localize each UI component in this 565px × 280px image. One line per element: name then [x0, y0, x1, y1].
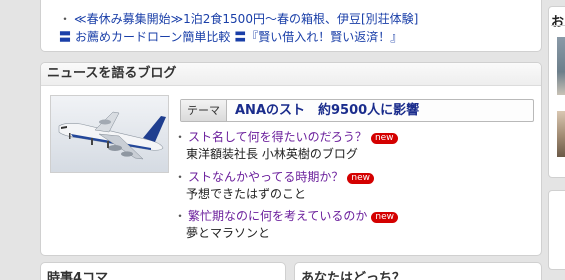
new-badge: new	[347, 173, 375, 184]
right-sidebar-panel-2	[548, 190, 565, 270]
blog-post-title-link[interactable]: スト名して何を得たいのだろう？	[188, 130, 367, 144]
top-link-text[interactable]: ≪春休み募集開始≫1泊2食1500円～春の箱根、伊豆[別荘体験]	[74, 12, 418, 26]
top-link-text[interactable]: お薦めカードローン簡単比較 〓『賢い借入れ！賢い返済！』	[75, 30, 402, 44]
blog-name-link[interactable]: 予想できたはずのこと	[186, 187, 374, 202]
bullet-dot: ・	[174, 209, 187, 223]
new-badge: new	[371, 212, 399, 223]
airplane-photo[interactable]	[50, 95, 169, 173]
bullet-equals: 〓	[59, 30, 72, 44]
airplane-image	[51, 96, 168, 172]
panel-title: 時事4コマ	[47, 271, 109, 280]
blog-post-item: ・ストなんかやってる時期か？ new 予想できたはずのこと	[174, 170, 375, 202]
blog-post-item: ・スト名して何を得たいのだろう？ new 東洋額装社長 小林英樹のブログ	[174, 130, 398, 162]
theme-bar[interactable]: テーマ ANAのスト 約9500人に影響	[180, 99, 534, 122]
top-link-2[interactable]: 〓お薦めカードローン簡単比較 〓『賢い借入れ！賢い返済！』	[59, 28, 402, 45]
poll-panel: あなたはどっち？	[294, 262, 542, 280]
top-links-panel: ・ ≪春休み募集開始≫1泊2食1500円～春の箱根、伊豆[別荘体験] 〓お薦めカー…	[40, 0, 542, 52]
blog-post-title-link[interactable]: 繁忙期なのに何を考えているのか	[188, 209, 367, 223]
bullet-dot: ・	[174, 130, 187, 144]
bullet-dot: ・	[59, 12, 72, 26]
panel-title: ニュースを語るブログ	[41, 63, 541, 86]
new-badge: new	[370, 133, 398, 144]
news-blog-panel: ニュースを語るブログ テーマ ANAのスト 約9500人に影響 ・ スト名して何…	[40, 62, 542, 256]
panel-title: あなたはどっち？	[301, 271, 406, 280]
blog-post-title-link[interactable]: ストなんかやってる時期か？	[188, 170, 343, 184]
blog-name-link[interactable]: 東洋額装社長 小林英樹のブログ	[186, 147, 398, 162]
top-link-1[interactable]: ・ ≪春休み募集開始≫1泊2食1500円～春の箱根、伊豆[別荘体験]	[59, 10, 418, 27]
bullet-dot: ・	[174, 170, 187, 184]
theme-label: テーマ	[181, 100, 227, 121]
right-thumbnail-1[interactable]	[557, 37, 565, 95]
comic-panel: 時事4コマ	[40, 262, 286, 280]
theme-title-link[interactable]: ANAのスト 約9500人に影響	[235, 100, 419, 121]
blog-name-link[interactable]: 夢とマラソンと	[186, 226, 398, 241]
right-thumbnail-2[interactable]	[557, 111, 565, 157]
right-sidebar-panel: お	[548, 6, 565, 178]
blog-post-item: ・繁忙期なのに何を考えているのか new 夢とマラソンと	[174, 209, 399, 241]
